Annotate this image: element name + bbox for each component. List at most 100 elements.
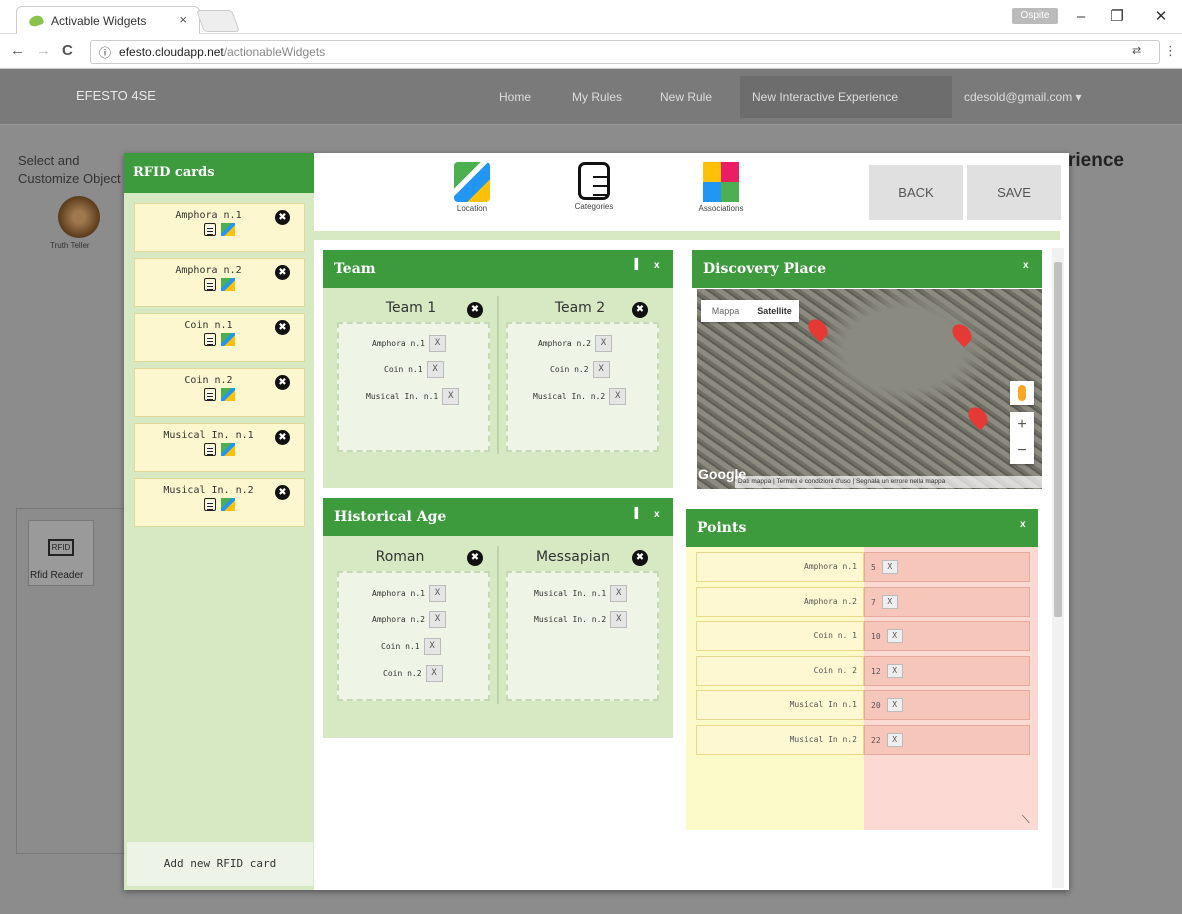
map-icon[interactable] xyxy=(221,333,235,346)
rfid-card[interactable]: Amphora n.1 ✖ xyxy=(134,203,305,252)
points-value[interactable]: 22 xyxy=(871,736,881,745)
remove-card-icon[interactable]: ✖ xyxy=(275,430,290,445)
history-collapse-icon[interactable]: ▐ xyxy=(631,508,638,519)
points-value[interactable]: 12 xyxy=(871,667,881,676)
rfid-card[interactable]: Musical In. n.2 ✖ xyxy=(134,478,305,527)
associations-tool[interactable]: Associations xyxy=(686,162,756,213)
remove-item-button[interactable]: X xyxy=(425,665,443,682)
rfid-card[interactable]: Coin n.2 ✖ xyxy=(134,368,305,417)
remove-item-button[interactable]: X xyxy=(592,361,610,378)
map-type-satellite[interactable]: Satellite xyxy=(750,300,799,322)
remove-item-button[interactable]: X xyxy=(609,388,627,405)
remove-roman-icon[interactable]: ✖ xyxy=(467,550,483,566)
back-button[interactable]: BACK xyxy=(869,165,963,220)
remove-item-button[interactable]: X xyxy=(610,611,628,628)
remove-item-button[interactable]: X xyxy=(426,361,444,378)
map-icon[interactable] xyxy=(221,278,235,291)
rfid-card[interactable]: Amphora n.2 ✖ xyxy=(134,258,305,307)
add-rfid-card-button[interactable]: Add new RFID card xyxy=(127,842,313,886)
item-label: Coin n.2 xyxy=(383,669,422,678)
remove-card-icon[interactable]: ✖ xyxy=(275,375,290,390)
remove-points-button[interactable]: X xyxy=(886,698,903,712)
maximize-icon[interactable]: ❐ xyxy=(1102,6,1132,28)
nav-new-interactive-experience[interactable]: New Interactive Experience xyxy=(752,90,898,104)
team-1-item: Amphora n.1 X xyxy=(372,335,446,352)
close-window-icon[interactable]: ✕ xyxy=(1146,6,1176,28)
reload-icon[interactable]: C xyxy=(62,42,73,59)
back-icon[interactable]: ← xyxy=(10,42,25,59)
rfid-card[interactable]: Coin n.1 ✖ xyxy=(134,313,305,362)
remove-item-button[interactable]: X xyxy=(428,335,446,352)
tab-close-icon[interactable]: × xyxy=(179,12,187,27)
zoom-out-button[interactable]: − xyxy=(1010,438,1034,464)
minimize-icon[interactable]: – xyxy=(1066,6,1096,28)
zoom-in-button[interactable]: + xyxy=(1010,412,1034,438)
remove-item-button[interactable]: X xyxy=(610,585,628,602)
remove-card-icon[interactable]: ✖ xyxy=(275,265,290,280)
map-attribution[interactable]: Dati mappa | Termini e condizioni d'uso … xyxy=(735,476,1042,488)
info-icon[interactable]: ⓘ xyxy=(99,44,111,61)
map-icon[interactable] xyxy=(221,498,235,511)
browser-tab[interactable]: Activable Widgets × xyxy=(16,6,200,34)
truth-teller-object-icon[interactable] xyxy=(58,196,100,238)
map-type-control[interactable]: Mappa Satellite xyxy=(701,300,799,322)
document-icon[interactable] xyxy=(204,278,216,291)
document-icon[interactable] xyxy=(204,223,216,236)
remove-item-button[interactable]: X xyxy=(442,388,460,405)
remove-item-button[interactable]: X xyxy=(428,585,446,602)
points-close-icon[interactable]: x xyxy=(1020,519,1026,530)
points-value[interactable]: 5 xyxy=(871,563,876,572)
remove-item-button[interactable]: X xyxy=(594,335,612,352)
location-tool[interactable]: Location xyxy=(437,162,507,213)
points-value[interactable]: 20 xyxy=(871,701,881,710)
remove-card-icon[interactable]: ✖ xyxy=(275,210,290,225)
history-close-icon[interactable]: x xyxy=(654,509,660,520)
new-tab-button[interactable] xyxy=(195,10,241,32)
remove-points-button[interactable]: X xyxy=(886,664,903,678)
points-row: Musical In n.2 22 X xyxy=(696,725,1030,755)
remove-card-icon[interactable]: ✖ xyxy=(275,320,290,335)
document-icon[interactable] xyxy=(204,388,216,401)
nav-new-rule[interactable]: New Rule xyxy=(660,90,712,104)
forward-icon[interactable]: → xyxy=(36,42,51,59)
map-icon[interactable] xyxy=(221,388,235,401)
team-close-icon[interactable]: x xyxy=(654,260,660,271)
rfid-card[interactable]: Musical In. n.1 ✖ xyxy=(134,423,305,472)
map-icon[interactable] xyxy=(221,223,235,236)
card-name: Coin n.2 xyxy=(184,375,233,386)
resize-handle-icon[interactable]: ⟍ xyxy=(1022,814,1030,827)
site-brand[interactable]: EFESTO 4SE xyxy=(76,88,156,103)
remove-messapian-icon[interactable]: ✖ xyxy=(632,550,648,566)
remove-item-button[interactable]: X xyxy=(423,638,441,655)
remove-item-button[interactable]: X xyxy=(428,611,446,628)
document-icon[interactable] xyxy=(204,333,216,346)
translate-icon[interactable]: ⇄ xyxy=(1132,44,1141,57)
nav-my-rules[interactable]: My Rules xyxy=(572,90,622,104)
points-value[interactable]: 7 xyxy=(871,598,876,607)
points-value[interactable]: 10 xyxy=(871,632,881,641)
remove-points-button[interactable]: X xyxy=(881,595,898,609)
map-type-mappa[interactable]: Mappa xyxy=(701,300,750,322)
scrollbar-thumb[interactable] xyxy=(1054,262,1062,617)
url-input[interactable]: ⓘ efesto.cloudapp.net/actionableWidgets xyxy=(90,40,1160,64)
nav-home[interactable]: Home xyxy=(499,90,531,104)
menu-icon[interactable]: ⋮ xyxy=(1164,43,1177,59)
remove-points-button[interactable]: X xyxy=(881,560,898,574)
zoom-control[interactable]: + − xyxy=(1010,412,1034,464)
remove-team-1-icon[interactable]: ✖ xyxy=(467,302,483,318)
street-view-icon[interactable] xyxy=(1010,381,1034,405)
save-button[interactable]: SAVE xyxy=(967,165,1061,220)
remove-points-button[interactable]: X xyxy=(886,733,903,747)
remove-card-icon[interactable]: ✖ xyxy=(275,485,290,500)
remove-points-button[interactable]: X xyxy=(886,629,903,643)
user-menu[interactable]: cdesold@gmail.com ▾ xyxy=(964,90,1082,104)
team-collapse-icon[interactable]: ▐ xyxy=(631,259,638,270)
remove-team-2-icon[interactable]: ✖ xyxy=(632,302,648,318)
team-1-item: Musical In. n.1 X xyxy=(366,388,460,405)
map-icon[interactable] xyxy=(221,443,235,456)
categories-tool[interactable]: Categories xyxy=(559,162,629,211)
document-icon[interactable] xyxy=(204,443,216,456)
guest-profile-badge[interactable]: Ospite xyxy=(1012,8,1058,24)
discovery-close-icon[interactable]: x xyxy=(1023,260,1029,271)
document-icon[interactable] xyxy=(204,498,216,511)
